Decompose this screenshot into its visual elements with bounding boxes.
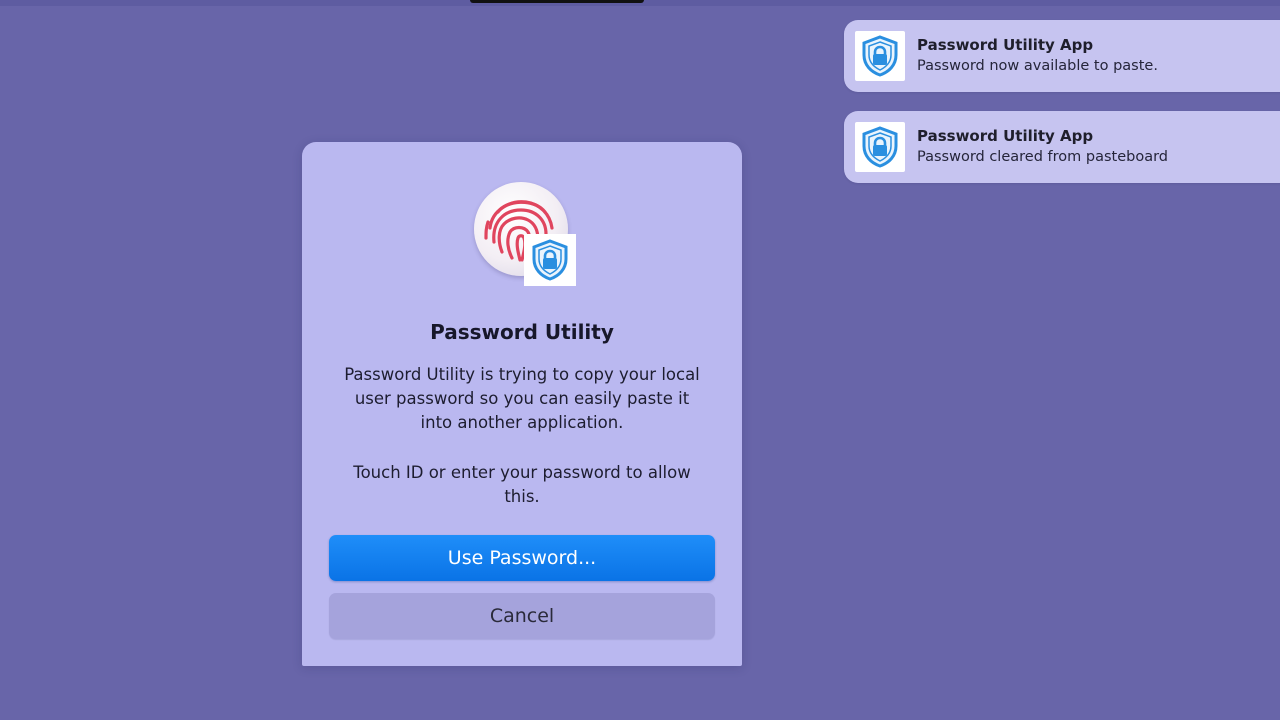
app-icon (474, 182, 578, 286)
notification-pasteboard-cleared[interactable]: Password Utility App Password cleared fr… (844, 111, 1280, 183)
notification-title: Password Utility App (917, 127, 1094, 145)
shield-lock-icon (855, 122, 905, 172)
camera-notch (470, 0, 644, 3)
dialog-title: Password Utility (430, 320, 614, 344)
shield-lock-icon (855, 31, 905, 81)
notification-paste-available[interactable]: Password Utility App Password now availa… (844, 20, 1280, 92)
shield-lock-icon (524, 234, 576, 286)
dialog-message: Password Utility is trying to copy your … (344, 365, 700, 432)
authorization-dialog: Password Utility Password Utility is try… (302, 142, 742, 666)
use-password-button[interactable]: Use Password... (329, 535, 715, 581)
cancel-button[interactable]: Cancel (329, 593, 715, 639)
dialog-instruction: Touch ID or enter your password to allow… (353, 463, 691, 506)
notification-body: Password cleared from pasteboard (917, 149, 1168, 165)
notification-body: Password now available to paste. (917, 58, 1158, 74)
notification-title: Password Utility App (917, 36, 1094, 54)
